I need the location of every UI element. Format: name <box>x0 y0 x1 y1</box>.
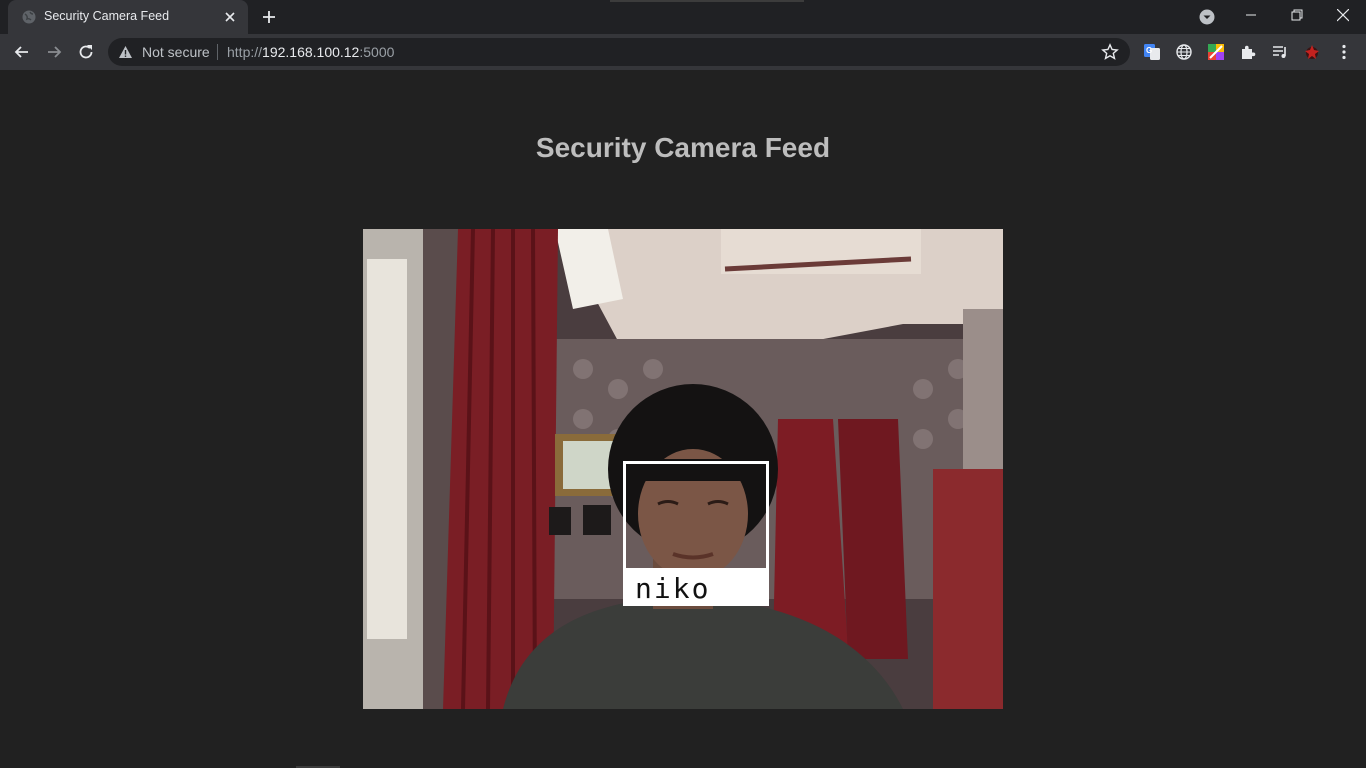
tab-close-icon[interactable] <box>222 9 238 25</box>
close-window-icon <box>1337 9 1349 22</box>
restore-icon <box>1291 9 1303 21</box>
color-picker-extension-icon[interactable] <box>1207 43 1225 61</box>
tab-title: Security Camera Feed <box>44 9 170 23</box>
security-status[interactable]: Not secure <box>142 44 210 60</box>
media-queue-icon[interactable] <box>1271 43 1289 61</box>
restore-button[interactable] <box>1274 0 1320 34</box>
bookmark-star-icon[interactable] <box>1101 43 1119 61</box>
drag-hint <box>610 0 804 2</box>
url-host: 192.168.100.12 <box>262 44 360 60</box>
red-extension-icon[interactable] <box>1303 43 1321 61</box>
tab-search-chevron-icon[interactable] <box>1198 8 1216 26</box>
page-title: Security Camera Feed <box>535 132 831 163</box>
face-detection-box <box>623 461 769 571</box>
tab-strip: Security Camera Feed <box>0 0 1366 34</box>
minimize-button[interactable] <box>1228 0 1274 34</box>
svg-text:G: G <box>1146 46 1152 55</box>
page-content: Security Camera Feed niko <box>0 70 1366 768</box>
face-label-badge: niko <box>623 571 769 606</box>
address-bar[interactable]: Not secure http://192.168.100.12:5000 <box>108 38 1130 66</box>
minimize-icon <box>1246 14 1256 16</box>
globe-favicon-icon <box>22 10 36 24</box>
browser-toolbar: Not secure http://192.168.100.12:5000 G <box>0 34 1366 70</box>
omnibox-divider <box>217 44 218 60</box>
forward-arrow-icon[interactable] <box>44 42 64 62</box>
url-text[interactable]: http://192.168.100.12:5000 <box>227 44 394 60</box>
new-tab-plus-icon[interactable] <box>260 8 278 26</box>
camera-feed-video: niko <box>363 229 1003 709</box>
warning-icon[interactable] <box>118 45 133 59</box>
extensions-puzzle-icon[interactable] <box>1239 43 1257 61</box>
url-port: :5000 <box>359 44 395 60</box>
face-label-text: niko <box>635 572 711 605</box>
back-arrow-icon[interactable] <box>12 42 32 62</box>
url-scheme: http:// <box>227 44 263 60</box>
browser-menu-kebab-icon[interactable] <box>1335 43 1353 61</box>
globe-extension-icon[interactable] <box>1175 43 1193 61</box>
close-window-button[interactable] <box>1320 0 1366 34</box>
tab-active[interactable]: Security Camera Feed <box>8 0 248 34</box>
google-translate-extension-icon[interactable]: G <box>1143 43 1161 61</box>
reload-icon[interactable] <box>76 42 96 62</box>
